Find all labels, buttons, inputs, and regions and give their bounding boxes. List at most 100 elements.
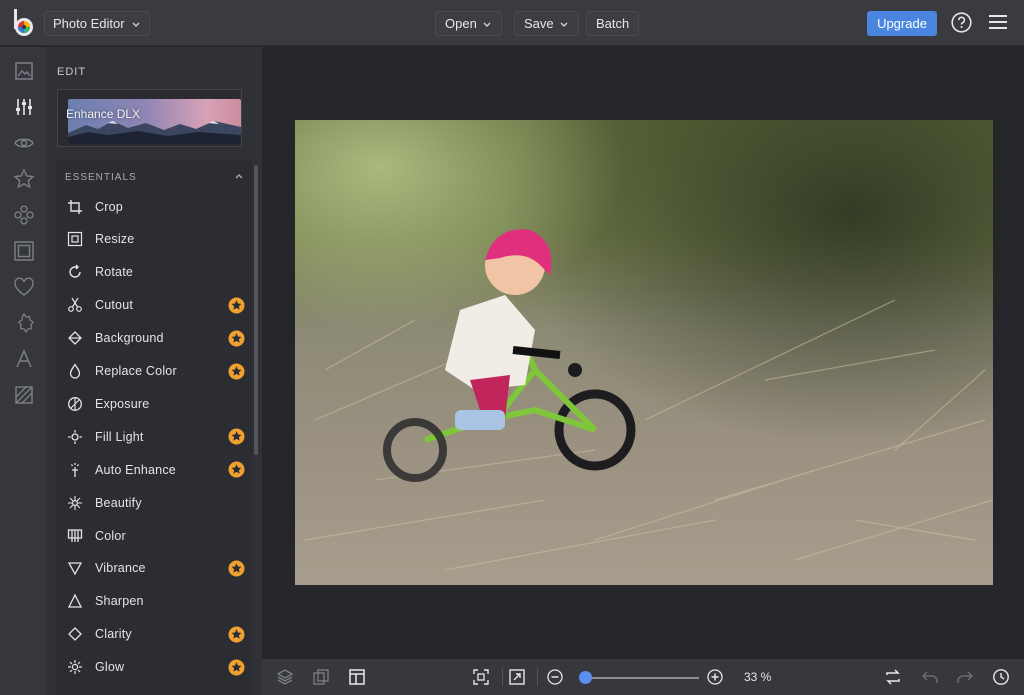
premium-star-icon	[228, 428, 245, 445]
zoom-slider-handle[interactable]	[579, 671, 592, 684]
heart-icon[interactable]	[13, 276, 35, 298]
droplet-icon	[69, 363, 81, 379]
chevron-up-icon[interactable]	[234, 172, 244, 180]
panel-scrollbar[interactable]	[254, 165, 258, 455]
clarity-icon	[68, 627, 82, 642]
top-bar: Photo Editor Open Save Batch Upgrade	[0, 0, 1024, 46]
tool-item-exposure[interactable]: Exposure	[56, 387, 246, 420]
chevron-down-icon	[483, 22, 491, 27]
essentials-section: ESSENTIALS Crop Resize Rotate Cutout Backgro…	[56, 160, 252, 695]
photo-canvas[interactable]	[295, 120, 993, 585]
tool-item-rotate[interactable]: Rotate	[56, 256, 246, 289]
text-icon[interactable]	[13, 348, 35, 370]
enhance-dlx-card[interactable]: Enhance DLX	[57, 89, 242, 147]
tool-label: Background	[95, 331, 164, 346]
toolbar-divider	[537, 668, 538, 686]
sliders-icon[interactable]	[13, 96, 35, 118]
actual-size-icon[interactable]	[508, 668, 526, 686]
fit-screen-icon[interactable]	[472, 668, 490, 686]
premium-star-icon	[228, 461, 245, 478]
toolbar-divider	[502, 668, 503, 686]
wand-icon	[70, 462, 80, 477]
background-icon	[68, 331, 82, 346]
tool-item-replace-color[interactable]: Replace Color	[56, 355, 246, 388]
panel-section-title: EDIT	[57, 66, 87, 78]
tool-item-glow[interactable]: Glow	[56, 651, 246, 684]
edit-panel: EDIT Enhance DLX ESSENTIALS Crop Resize Ro…	[47, 47, 262, 695]
enhance-dlx-thumbnail	[68, 99, 241, 144]
zoom-in-icon[interactable]	[706, 668, 724, 686]
tool-item-auto-enhance[interactable]: Auto Enhance	[56, 453, 246, 486]
texture-icon[interactable]	[13, 384, 35, 406]
tool-label: Clarity	[95, 627, 132, 642]
chevron-down-icon	[560, 22, 568, 27]
tool-label: Exposure	[95, 396, 150, 411]
bottom-toolbar: 33 %	[262, 659, 1024, 695]
upgrade-button[interactable]: Upgrade	[867, 11, 937, 36]
tool-item-clarity[interactable]: Clarity	[56, 618, 246, 651]
tool-item-sharpen[interactable]: Sharpen	[56, 585, 246, 618]
frame-icon[interactable]	[13, 240, 35, 262]
open-label: Open	[445, 16, 477, 31]
star-icon[interactable]	[13, 168, 35, 190]
beautify-icon	[68, 495, 82, 510]
tool-item-vibrance[interactable]: Vibrance	[56, 552, 246, 585]
image-icon[interactable]	[13, 60, 35, 82]
premium-star-icon	[228, 297, 245, 314]
canvas-area	[262, 47, 1024, 659]
resize-icon	[67, 232, 83, 247]
premium-star-icon	[228, 363, 245, 379]
swap-icon[interactable]	[884, 668, 902, 686]
layout-icon[interactable]	[348, 668, 366, 686]
exposure-icon	[68, 396, 82, 411]
tool-item-background[interactable]: Background	[56, 322, 246, 355]
tool-item-cutout[interactable]: Cutout	[56, 289, 246, 322]
badge-icon[interactable]	[13, 312, 35, 334]
hamburger-menu-icon[interactable]	[989, 14, 1007, 30]
tool-label: Cutout	[95, 298, 134, 313]
batch-button[interactable]: Batch	[586, 11, 640, 36]
befunky-logo-icon[interactable]	[10, 8, 38, 38]
tool-label: Crop	[95, 199, 123, 214]
eye-icon[interactable]	[13, 132, 35, 154]
tool-label: Auto Enhance	[95, 462, 176, 477]
redo-icon[interactable]	[956, 668, 974, 686]
effects-icon[interactable]	[13, 204, 35, 226]
tool-item-fill-light[interactable]: Fill Light	[56, 420, 246, 453]
undo-icon[interactable]	[921, 668, 939, 686]
glow-icon	[68, 660, 82, 675]
tool-label: Vibrance	[95, 561, 146, 576]
tool-label: Color	[95, 528, 126, 543]
tool-label: Fill Light	[95, 429, 144, 444]
app-switcher-label: Photo Editor	[53, 16, 125, 31]
enhance-dlx-label: Enhance DLX	[66, 107, 141, 121]
zoom-slider-track[interactable]	[581, 677, 699, 679]
tool-item-crop[interactable]: Crop	[56, 190, 246, 223]
essentials-header[interactable]: ESSENTIALS	[65, 172, 137, 183]
rotate-icon	[69, 264, 81, 278]
tool-label: Sharpen	[95, 594, 144, 609]
premium-star-icon	[228, 626, 245, 643]
save-label: Save	[524, 16, 554, 31]
save-dropdown[interactable]: Save	[514, 11, 579, 36]
tool-item-beautify[interactable]: Beautify	[56, 486, 246, 519]
tool-category-rail	[0, 47, 47, 695]
zoom-out-icon[interactable]	[546, 668, 564, 686]
help-icon[interactable]	[951, 12, 972, 33]
tool-label: Beautify	[95, 495, 142, 510]
sun-icon	[68, 429, 82, 444]
color-icon	[67, 528, 83, 542]
history-icon[interactable]	[992, 668, 1010, 686]
tool-item-resize[interactable]: Resize	[56, 223, 246, 256]
premium-star-icon	[228, 659, 245, 676]
tool-item-color[interactable]: Color	[56, 519, 246, 552]
sharpen-icon	[67, 593, 83, 608]
tool-label: Glow	[95, 660, 125, 675]
compare-icon[interactable]	[312, 668, 330, 686]
app-switcher-dropdown[interactable]: Photo Editor	[44, 11, 150, 36]
open-dropdown[interactable]: Open	[435, 11, 502, 36]
tool-label: Rotate	[95, 265, 134, 280]
layers-icon[interactable]	[276, 668, 294, 686]
tool-label: Replace Color	[95, 364, 177, 378]
tool-label: Resize	[95, 232, 135, 247]
